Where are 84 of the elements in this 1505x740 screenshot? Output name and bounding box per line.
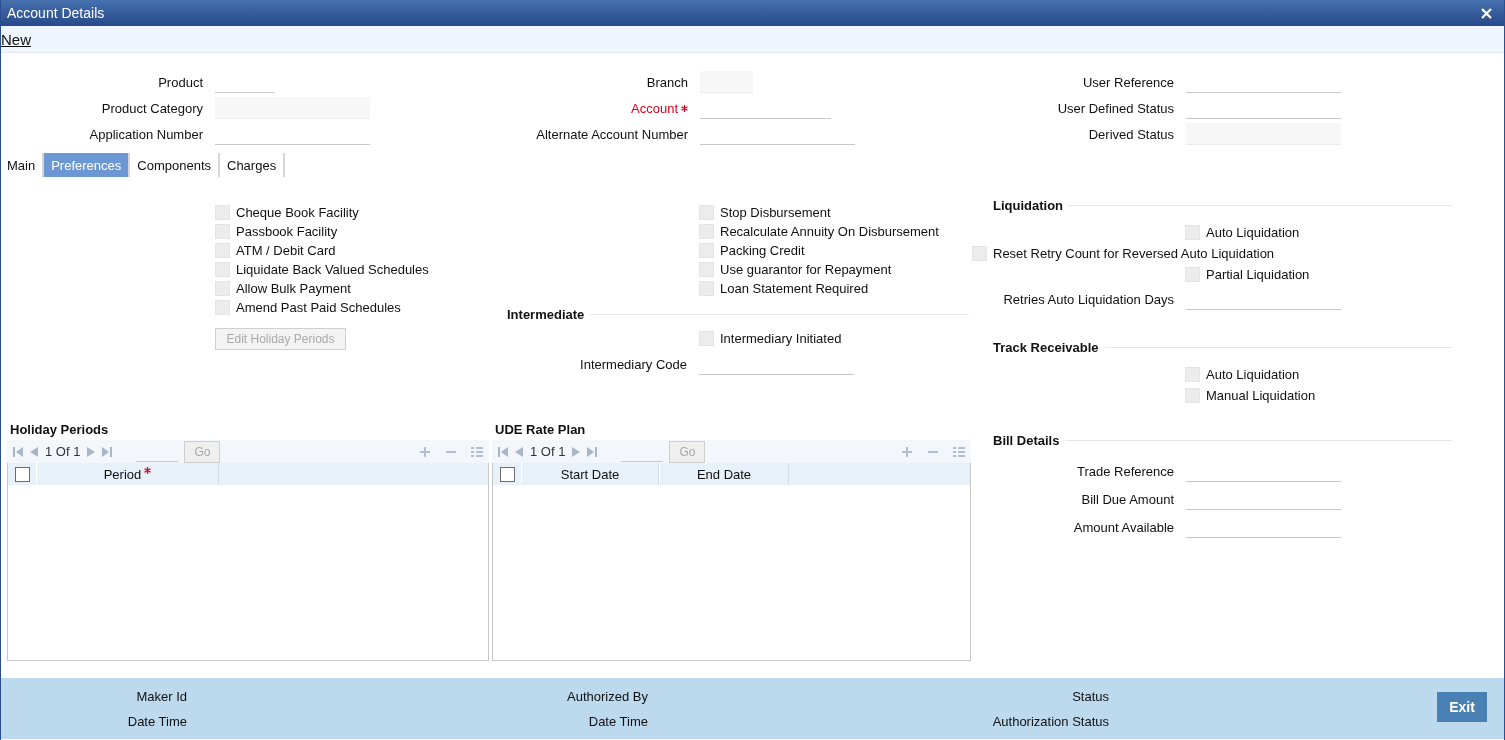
previous-page-icon[interactable] [514,446,524,457]
checkbox-label: Auto Liquidation [1206,367,1300,382]
add-icon[interactable] [901,445,913,458]
checkbox[interactable] [215,300,230,315]
checkbox[interactable] [215,281,230,296]
field-label: User Reference [1082,74,1174,90]
checkbox-label: Stop Disbursement [720,205,831,220]
column-header: End Date [696,466,752,482]
checkbox-label: ATM / Debit Card [236,243,336,258]
checkbox[interactable] [215,262,230,277]
checkbox-label: Cheque Book Facility [236,205,359,220]
checkbox[interactable] [1185,225,1200,240]
footer-label: Status [1071,689,1109,706]
checkbox-label: Packing Credit [720,243,805,258]
footer-label: Authorized By [566,689,648,706]
field-label: Retries Auto Liquidation Days [1002,291,1174,307]
checkbox[interactable] [699,281,714,296]
exit-button[interactable]: Exit [1437,692,1487,722]
first-page-icon[interactable] [13,446,23,457]
checkbox[interactable] [1185,267,1200,282]
section-title: Liquidation [993,195,1452,215]
previous-page-icon[interactable] [29,446,39,457]
field-label: User Defined Status [1057,100,1174,116]
field-label: Bill Due Amount [1080,491,1174,507]
field-label: Product Category [101,100,203,116]
footer-label: Maker Id [135,689,187,706]
checkbox[interactable] [215,224,230,239]
field-label: Derived Status [1088,126,1174,142]
section-title: Bill Details [993,430,1452,450]
last-page-icon[interactable] [587,446,598,457]
page-indicator: 1 Of 1 [45,444,81,459]
checkbox[interactable] [215,205,230,220]
checkbox-label: Amend Past Paid Schedules [236,300,401,315]
checkbox-label: Manual Liquidation [1206,388,1316,403]
list-icon[interactable] [471,445,483,458]
next-page-icon[interactable] [86,446,97,457]
first-page-icon[interactable] [498,446,508,457]
section-title: UDE Rate Plan [494,421,587,439]
footer-label: Authorization Status [991,714,1109,731]
checkbox-label: Allow Bulk Payment [236,281,351,296]
field-label: Account [631,100,678,116]
footer-label: Date Time [126,714,187,731]
checkbox[interactable] [699,224,714,239]
section-title: Intermediate [507,304,969,324]
column-header: Start Date [560,466,620,482]
checkbox-label: Loan Statement Required [720,281,869,296]
checkbox-label: Partial Liquidation [1206,267,1310,282]
tab[interactable]: Preferences [44,153,131,177]
page-indicator: 1 Of 1 [530,444,566,459]
field-label: Trade Reference [1075,463,1174,479]
checkbox[interactable] [699,205,714,220]
checkbox-label: Recalculate Annuity On Disbursement [720,224,939,239]
checkbox-label: Auto Liquidation [1206,225,1300,240]
footer-label: Date Time [587,714,648,731]
checkbox-label: Passbook Facility [236,224,338,239]
field-label: Product [158,74,203,90]
field-label: Application Number [89,126,203,142]
next-page-icon[interactable] [571,446,582,457]
checkbox[interactable] [699,331,714,346]
checkbox[interactable] [215,243,230,258]
checkbox-label: Liquidate Back Valued Schedules [236,262,429,277]
checkbox-label: Intermediary Initiated [720,331,842,346]
checkbox[interactable] [699,262,714,277]
select-all-checkbox[interactable] [14,466,30,482]
checkbox[interactable] [699,243,714,258]
checkbox[interactable] [1185,388,1200,403]
select-all-checkbox[interactable] [499,466,515,482]
field-label: Alternate Account Number [536,126,688,142]
field-label: Intermediary Code [579,356,687,372]
window-title: Account Details [7,5,105,21]
last-page-icon[interactable] [102,446,113,457]
new-link[interactable]: New [1,30,31,48]
column-header: Period [103,466,142,482]
list-icon[interactable] [953,445,965,458]
field-label: Amount Available [1072,519,1174,535]
section-title: Holiday Periods [9,421,110,439]
checkbox[interactable] [972,246,987,261]
checkbox[interactable] [1185,367,1200,382]
checkbox-label: Use guarantor for Repayment [720,262,892,277]
checkbox-label: Reset Retry Count for Reversed Auto Liquidation [993,246,1275,261]
section-title: Track Receivable [993,337,1452,357]
close-icon[interactable] [1481,7,1492,19]
field-label: Branch [646,74,688,90]
add-icon[interactable] [419,445,431,458]
